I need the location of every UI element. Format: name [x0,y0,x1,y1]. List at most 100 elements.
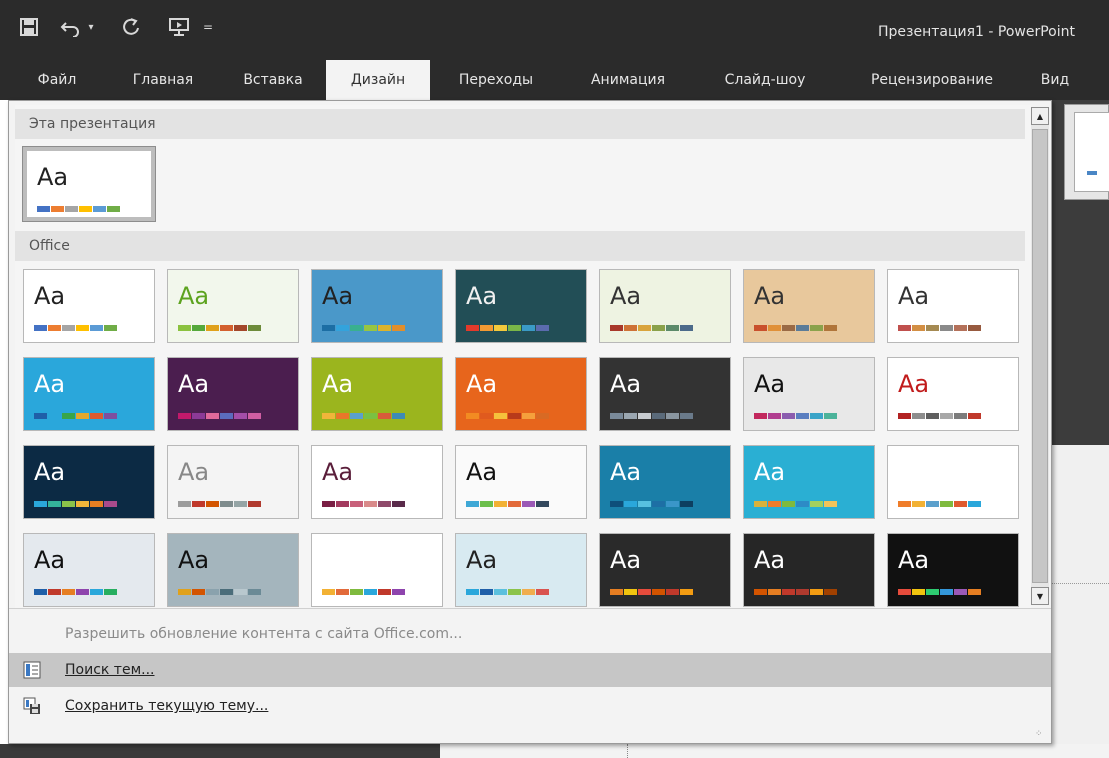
theme-color-bars [178,589,261,595]
theme-color-bars [322,325,405,331]
start-from-beginning-icon[interactable] [166,14,192,40]
tab-review[interactable]: Рецензирование [848,60,1016,100]
variant-thumbnail[interactable] [1074,112,1109,192]
theme-tile[interactable]: Aa [455,533,587,607]
theme-color-bars [898,501,981,507]
theme-tile[interactable]: Aa [887,445,1019,519]
theme-sample-text: Aa [754,546,786,574]
theme-sample-text: Aa [34,370,66,398]
browse-themes-label: Поиск тем... [65,662,155,678]
title-bar: ▾ = Презентация1 - PowerPoint [0,0,1109,60]
theme-tile[interactable]: Aa [455,445,587,519]
theme-color-bars [610,501,693,507]
section-this-presentation: Эта презентация [15,109,1025,139]
theme-tile[interactable]: Aa [23,269,155,343]
gallery-scrollbar[interactable]: ▲ ▼ [1031,107,1049,605]
theme-color-bars [610,589,693,595]
themes-gallery: Эта презентация Office Aa Aa Aa Aa Aa Aa Aa Aa A… [15,105,1031,608]
theme-tile[interactable]: Aa [167,445,299,519]
tab-slideshow[interactable]: Слайд-шоу [710,60,820,100]
ribbon-tabs: Файл Главная Вставка Дизайн Переходы Ани… [0,60,1109,100]
scroll-down-button[interactable]: ▼ [1031,587,1049,605]
theme-sample-text: Aa [34,546,66,574]
theme-color-bars [34,325,117,331]
theme-current[interactable]: Aa [22,146,156,222]
tab-home[interactable]: Главная [116,60,210,100]
theme-tile[interactable]: Aa [167,533,299,607]
tab-view[interactable]: Вид [1030,60,1080,100]
theme-tile[interactable]: Aa [311,357,443,431]
theme-sample-text: Aa [466,546,498,574]
slide-guide-vertical [627,744,628,758]
theme-color-bars [466,501,549,507]
resize-grip-icon[interactable]: ⁘ [1035,729,1045,739]
tab-design[interactable]: Дизайн [326,60,430,100]
theme-tile[interactable]: Aa [23,357,155,431]
tab-animations[interactable]: Анимация [578,60,678,100]
theme-tile[interactable]: Aa [599,445,731,519]
customize-icon[interactable]: = [200,14,216,40]
theme-sample-text: Aa [610,458,642,486]
window-title: Презентация1 - PowerPoint [878,24,1075,40]
theme-sample-text: Aa [322,282,354,310]
theme-tile[interactable]: Aa [23,445,155,519]
theme-tile[interactable]: Aa [887,269,1019,343]
theme-tile[interactable]: Aa [23,533,155,607]
theme-tile[interactable]: Aa [743,445,875,519]
tab-insert[interactable]: Вставка [228,60,318,100]
redo-icon[interactable] [118,14,144,40]
theme-tile[interactable]: Aa [599,269,731,343]
theme-tile[interactable]: Aa [167,357,299,431]
theme-tile[interactable]: Aa [743,269,875,343]
undo-icon[interactable] [58,14,84,40]
theme-tile[interactable]: Aa [167,269,299,343]
theme-tile[interactable]: Aa [887,357,1019,431]
gallery-footer: Разрешить обновление контента с сайта Of… [9,608,1051,743]
theme-sample-text: Aa [34,282,66,310]
theme-color-bars [610,413,693,419]
theme-sample-text: Aa [466,282,498,310]
theme-tile[interactable]: Aa [311,533,443,607]
save-theme-label: Сохранить текущую тему... [65,698,269,714]
theme-sample-text: Aa [466,370,498,398]
theme-color-bars [754,413,837,419]
undo-dropdown-icon[interactable]: ▾ [84,14,98,40]
theme-sample-text: Aa [37,163,69,191]
browse-themes-command[interactable]: Поиск тем... [9,653,1051,687]
theme-tile[interactable]: Aa [599,533,731,607]
theme-tile[interactable]: Aa [743,357,875,431]
theme-tile[interactable]: Aa [311,269,443,343]
tab-transitions[interactable]: Переходы [446,60,546,100]
theme-color-bars [466,589,549,595]
theme-color-bars [322,413,405,419]
theme-tile[interactable]: Aa [887,533,1019,607]
theme-tile[interactable]: Aa [743,533,875,607]
save-theme-icon [23,697,40,714]
slide-guide [1052,583,1109,584]
theme-sample-text: Aa [178,282,210,310]
scroll-up-button[interactable]: ▲ [1031,107,1049,125]
theme-tile[interactable]: Aa [311,445,443,519]
theme-tile[interactable]: Aa [455,269,587,343]
theme-sample-text: Aa [754,370,786,398]
scroll-thumb[interactable] [1032,129,1048,583]
theme-tile[interactable]: Aa [455,357,587,431]
theme-color-bars [322,589,405,595]
theme-color-bars [37,206,120,212]
theme-color-bars [466,325,549,331]
enable-updates-command[interactable]: Разрешить обновление контента с сайта Of… [9,617,1051,651]
theme-color-bars [898,413,981,419]
save-theme-command[interactable]: Сохранить текущую тему... [9,689,1051,723]
theme-sample-text: Aa [34,458,66,486]
theme-sample-text: Aa [898,282,930,310]
theme-sample-text: Aa [610,370,642,398]
theme-sample-text: Aa [322,458,354,486]
save-icon[interactable] [16,14,42,40]
enable-updates-label: Разрешить обновление контента с сайта Of… [65,626,463,642]
theme-sample-text: Aa [898,458,930,486]
section-office: Office [15,231,1025,261]
tab-file[interactable]: Файл [28,60,86,100]
theme-sample-text: Aa [178,546,210,574]
theme-tile[interactable]: Aa [599,357,731,431]
theme-color-bars [898,325,981,331]
